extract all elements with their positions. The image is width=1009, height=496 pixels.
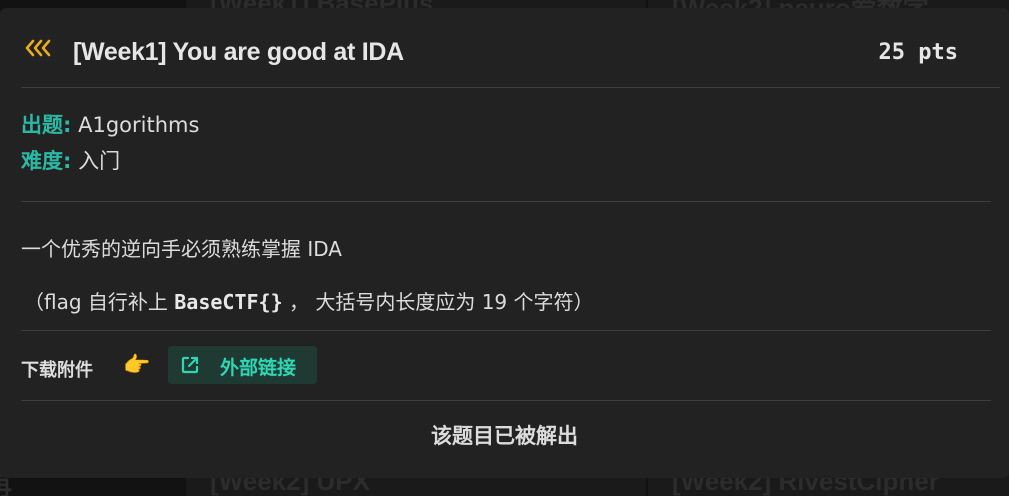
difficulty-row: 难度: 入门: [21, 145, 120, 175]
author-key: 出题:: [21, 113, 72, 137]
difficulty-value: 入门: [78, 149, 121, 173]
external-link-button[interactable]: 外部链接: [168, 346, 317, 384]
external-link-icon: [181, 356, 199, 374]
external-link-label: 外部链接: [220, 357, 297, 379]
description-divider: [21, 330, 991, 331]
author-row: 出题: A1gorithms: [21, 109, 199, 139]
download-divider: [21, 400, 991, 401]
challenge-title: [Week1] You are good at IDA: [73, 38, 404, 66]
challenge-points: 25 pts: [878, 40, 958, 65]
difficulty-key: 难度:: [21, 149, 72, 173]
description-suffix: ， 大括号内长度应为 19 个字符）: [282, 290, 594, 314]
description-line-1: 一个优秀的逆向手必须熟练掌握 IDA: [21, 237, 342, 261]
challenge-modal: [Week1] You are good at IDA 25 pts 出题: A…: [0, 8, 1009, 478]
description-line-2: （flag 自行补上 BaseCTF{} ， 大括号内长度应为 19 个字符）: [24, 286, 594, 315]
modal-header: [Week1] You are good at IDA 25 pts: [0, 8, 1000, 88]
meta-divider: [21, 201, 991, 202]
author-value: A1gorithms: [78, 113, 200, 137]
double-chevron-left-icon[interactable]: [24, 38, 54, 58]
pointing-hand-icon: 👉: [123, 353, 151, 378]
download-label: 下载附件: [21, 360, 93, 381]
flag-format-code: BaseCTF{}: [174, 290, 283, 314]
description-prefix: （flag 自行补上: [24, 290, 175, 314]
solved-status: 该题目已被解出: [431, 424, 578, 448]
header-divider: [21, 87, 1000, 88]
